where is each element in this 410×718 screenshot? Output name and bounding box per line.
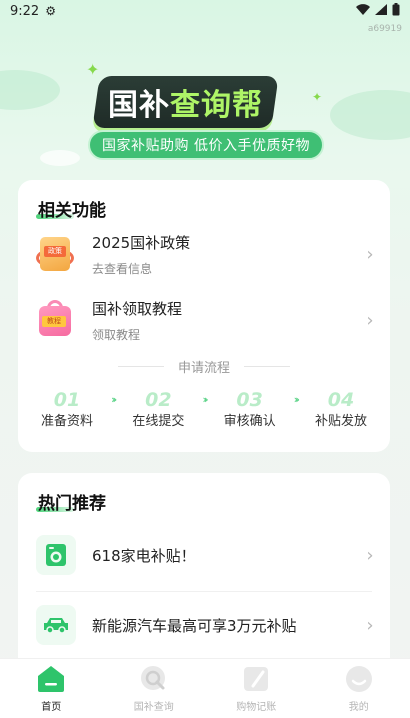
chevron-right-icon: › bbox=[366, 243, 374, 265]
policy-document-icon: 政策 bbox=[36, 234, 74, 274]
search-icon bbox=[139, 664, 169, 694]
app-logo: 国补 查询帮 bbox=[92, 72, 321, 132]
status-time: 9:22 bbox=[10, 3, 40, 19]
double-chevron-icon: ›› bbox=[293, 393, 300, 406]
double-chevron-icon: ›› bbox=[202, 393, 208, 406]
tutorial-row-subtitle: 领取教程 bbox=[92, 327, 141, 342]
process-step: 03 审核确认 bbox=[215, 390, 285, 429]
tutorial-row[interactable]: 教程 国补领取教程 领取教程 › bbox=[36, 292, 380, 348]
shopping-bag-icon: 教程 bbox=[36, 300, 74, 340]
ev-subsidy-title: 新能源汽车最高可享3万元补贴 bbox=[92, 616, 297, 635]
note-icon bbox=[241, 664, 271, 694]
hot-recommendations-card: 热门推荐 618家电补贴！ › 新能源汽车最高可享3万元补贴 › bbox=[18, 473, 390, 673]
logo-text-accent: 查询帮 bbox=[170, 88, 263, 123]
step-label: 审核确认 bbox=[223, 414, 276, 429]
step-number: 03 bbox=[236, 389, 263, 411]
divider bbox=[36, 591, 372, 592]
double-chevron-icon: ›› bbox=[111, 393, 117, 406]
tutorial-row-title: 国补领取教程 bbox=[92, 299, 183, 318]
step-label: 补贴发放 bbox=[314, 414, 367, 429]
policy-row[interactable]: 政策 2025国补政策 去查看信息 › bbox=[36, 226, 380, 282]
policy-row-title: 2025国补政策 bbox=[92, 233, 191, 252]
process-step: 01 准备资料 bbox=[32, 390, 102, 429]
step-number: 01 bbox=[53, 389, 81, 411]
settings-icon: ⚙ bbox=[45, 4, 56, 18]
chevron-right-icon: › bbox=[366, 614, 374, 636]
chevron-right-icon: › bbox=[366, 544, 374, 566]
process-step: 04 补贴发放 bbox=[306, 390, 376, 429]
hot-recommendations-title: 热门推荐 bbox=[38, 494, 106, 514]
bottom-tab-bar: 首页 国补查询 购物记账 我的 bbox=[0, 658, 410, 718]
logo-text-primary: 国补 bbox=[108, 88, 170, 123]
tab-shopping-ledger[interactable]: 购物记账 bbox=[216, 664, 296, 713]
tab-label: 国补查询 bbox=[133, 702, 174, 713]
tab-label: 购物记账 bbox=[236, 702, 277, 713]
appliance-subsidy-title: 618家电补贴！ bbox=[92, 546, 196, 565]
ev-subsidy-row[interactable]: 新能源汽车最高可享3万元补贴 › bbox=[36, 601, 380, 649]
process-step: 02 在线提交 bbox=[123, 390, 193, 429]
chevron-right-icon: › bbox=[366, 309, 374, 331]
profile-icon bbox=[344, 664, 374, 694]
wifi-icon bbox=[356, 3, 370, 19]
process-divider: 申请流程 bbox=[118, 358, 290, 376]
step-number: 04 bbox=[327, 389, 355, 411]
related-functions-title: 相关功能 bbox=[38, 201, 106, 221]
tab-label: 首页 bbox=[41, 702, 62, 713]
tab-profile[interactable]: 我的 bbox=[319, 664, 399, 713]
process-label: 申请流程 bbox=[178, 360, 231, 376]
step-label: 在线提交 bbox=[132, 414, 185, 429]
tab-subsidy-query[interactable]: 国补查询 bbox=[114, 664, 194, 713]
hero-banner: ✦ ✦ 国补 查询帮 国家补贴助购 低价入手优质好物 bbox=[0, 30, 410, 180]
signal-icon bbox=[375, 3, 387, 19]
car-icon bbox=[36, 605, 76, 645]
home-icon bbox=[36, 664, 66, 694]
tab-home[interactable]: 首页 bbox=[11, 664, 91, 713]
washing-machine-icon bbox=[36, 535, 76, 575]
tab-label: 我的 bbox=[348, 702, 369, 713]
slogan-banner: 国家补贴助购 低价入手优质好物 bbox=[88, 130, 324, 160]
policy-row-subtitle: 去查看信息 bbox=[92, 261, 153, 276]
process-steps: 01 准备资料 ›› 02 在线提交 ›› 03 审核确认 ›› 04 补贴发放 bbox=[32, 390, 376, 432]
status-bar: 9:22 ⚙ bbox=[0, 0, 410, 22]
step-label: 准备资料 bbox=[40, 414, 93, 429]
related-functions-card: 相关功能 政策 2025国补政策 去查看信息 › 教程 国补领取教程 领取教程 … bbox=[18, 180, 390, 452]
step-number: 02 bbox=[145, 389, 172, 411]
appliance-subsidy-row[interactable]: 618家电补贴！ › bbox=[36, 531, 380, 579]
battery-icon bbox=[392, 2, 400, 20]
